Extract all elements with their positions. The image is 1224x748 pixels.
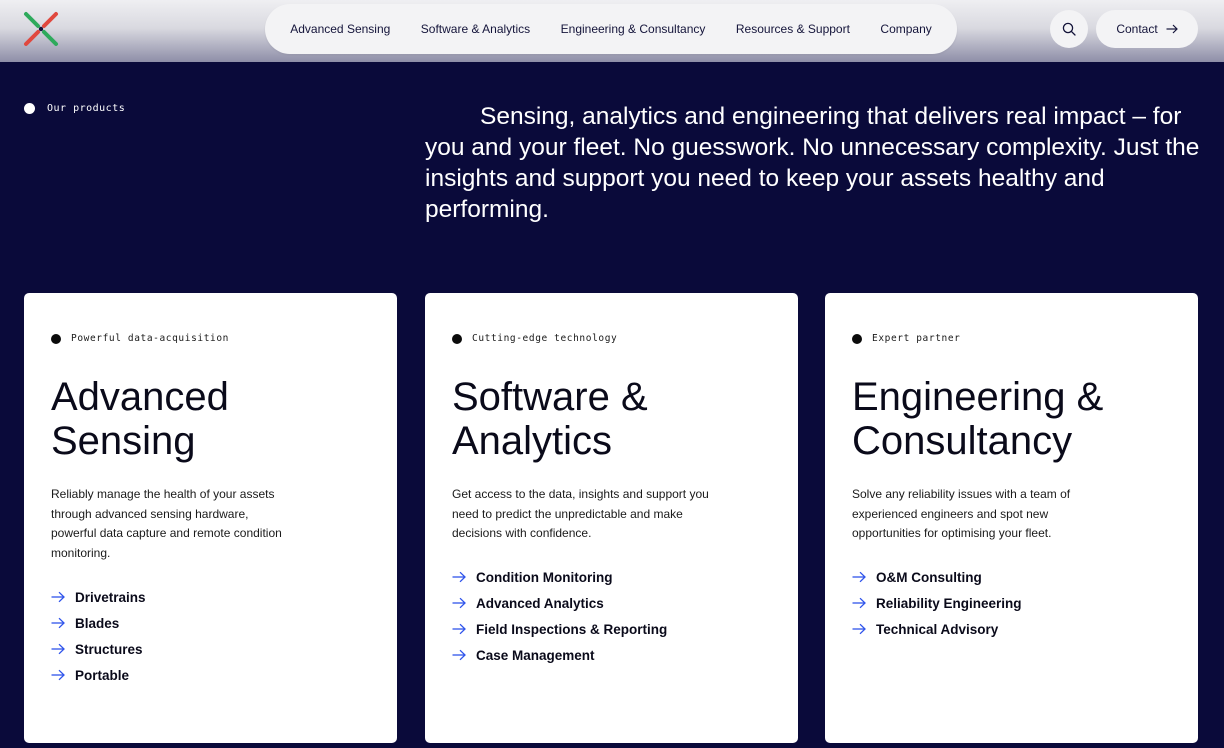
arrow-right-icon [852,597,866,609]
card-tag: Powerful data-acquisition [51,333,229,344]
list-item-technical-advisory[interactable]: Technical Advisory [852,616,1022,642]
product-card-engineering-consultancy[interactable]: Expert partner Engineering & Consultancy… [825,293,1198,743]
list-item-portable[interactable]: Portable [51,662,146,688]
card-tag-label: Expert partner [872,333,961,344]
list-item-blades[interactable]: Blades [51,610,146,636]
eyebrow-label: Our products [47,103,126,114]
nav-item-advanced-sensing[interactable]: Advanced Sensing [290,22,390,36]
card-tag: Cutting-edge technology [452,333,617,344]
card-title[interactable]: Engineering & Consultancy [852,375,1182,463]
card-link-list: O&M Consulting Reliability Engineering T… [852,564,1022,642]
product-card-advanced-sensing[interactable]: Powerful data-acquisition Advanced Sensi… [24,293,397,743]
list-item-condition-monitoring[interactable]: Condition Monitoring [452,564,667,590]
nav-item-resources-support[interactable]: Resources & Support [736,22,850,36]
main-nav: Advanced Sensing Software & Analytics En… [265,4,957,54]
list-item-om-consulting[interactable]: O&M Consulting [852,564,1022,590]
search-button[interactable] [1050,10,1088,48]
list-item-structures[interactable]: Structures [51,636,146,662]
card-tag: Expert partner [852,333,960,344]
list-item-label: O&M Consulting [876,569,982,585]
nav-item-company[interactable]: Company [880,22,931,36]
bullet-dot-icon [51,333,61,344]
arrow-right-icon [51,617,65,629]
list-item-field-inspections[interactable]: Field Inspections & Reporting [452,616,667,642]
card-link-list: Drivetrains Blades Structures Portable [51,584,146,688]
arrow-right-icon [452,623,466,635]
contact-button[interactable]: Contact [1096,10,1198,48]
card-title[interactable]: Advanced Sensing [51,375,381,463]
arrow-right-icon [452,649,466,661]
list-item-label: Structures [75,641,143,657]
list-item-label: Portable [75,667,130,683]
arrow-right-icon [51,669,65,681]
product-card-software-analytics[interactable]: Cutting-edge technology Software & Analy… [425,293,798,743]
arrow-right-icon [452,597,466,609]
list-item-label: Advanced Analytics [476,595,604,611]
bullet-dot-icon [452,333,462,344]
contact-label: Contact [1116,22,1158,36]
list-item-label: Field Inspections & Reporting [476,621,668,637]
arrow-right-icon [51,591,65,603]
card-title[interactable]: Software & Analytics [452,375,782,463]
arrow-right-icon [852,623,866,635]
list-item-label: Reliability Engineering [876,595,1022,611]
bullet-dot-icon [852,333,862,344]
logo-icon[interactable] [22,10,60,48]
arrow-right-icon [1166,24,1178,34]
section-eyebrow: Our products [24,103,125,114]
list-item-drivetrains[interactable]: Drivetrains [51,584,146,610]
bullet-dot-icon [24,103,35,114]
card-link-list: Condition Monitoring Advanced Analytics … [452,564,667,668]
card-description: Solve any reliability issues with a team… [852,487,1071,540]
arrow-right-icon [452,571,466,583]
card-description: Get access to the data, insights and sup… [452,487,709,540]
arrow-right-icon [51,643,65,655]
search-icon [1062,22,1076,36]
card-description: Reliably manage the health of your asset… [51,487,282,560]
nav-item-engineering-consultancy[interactable]: Engineering & Consultancy [561,22,706,36]
nav-item-software-analytics[interactable]: Software & Analytics [421,22,530,36]
list-item-advanced-analytics[interactable]: Advanced Analytics [452,590,667,616]
card-tag-label: Cutting-edge technology [472,333,618,344]
card-tag-label: Powerful data-acquisition [71,333,229,344]
arrow-right-icon [852,571,866,583]
list-item-label: Technical Advisory [876,621,999,637]
list-item-label: Drivetrains [75,589,146,605]
site-header: Advanced Sensing Software & Analytics En… [0,0,1224,62]
list-item-reliability-engineering[interactable]: Reliability Engineering [852,590,1022,616]
list-item-label: Case Management [476,647,595,663]
list-item-label: Blades [75,615,120,631]
list-item-case-management[interactable]: Case Management [452,642,667,668]
intro-text: Sensing, analytics and engineering that … [425,103,1200,223]
list-item-label: Condition Monitoring [476,569,613,585]
